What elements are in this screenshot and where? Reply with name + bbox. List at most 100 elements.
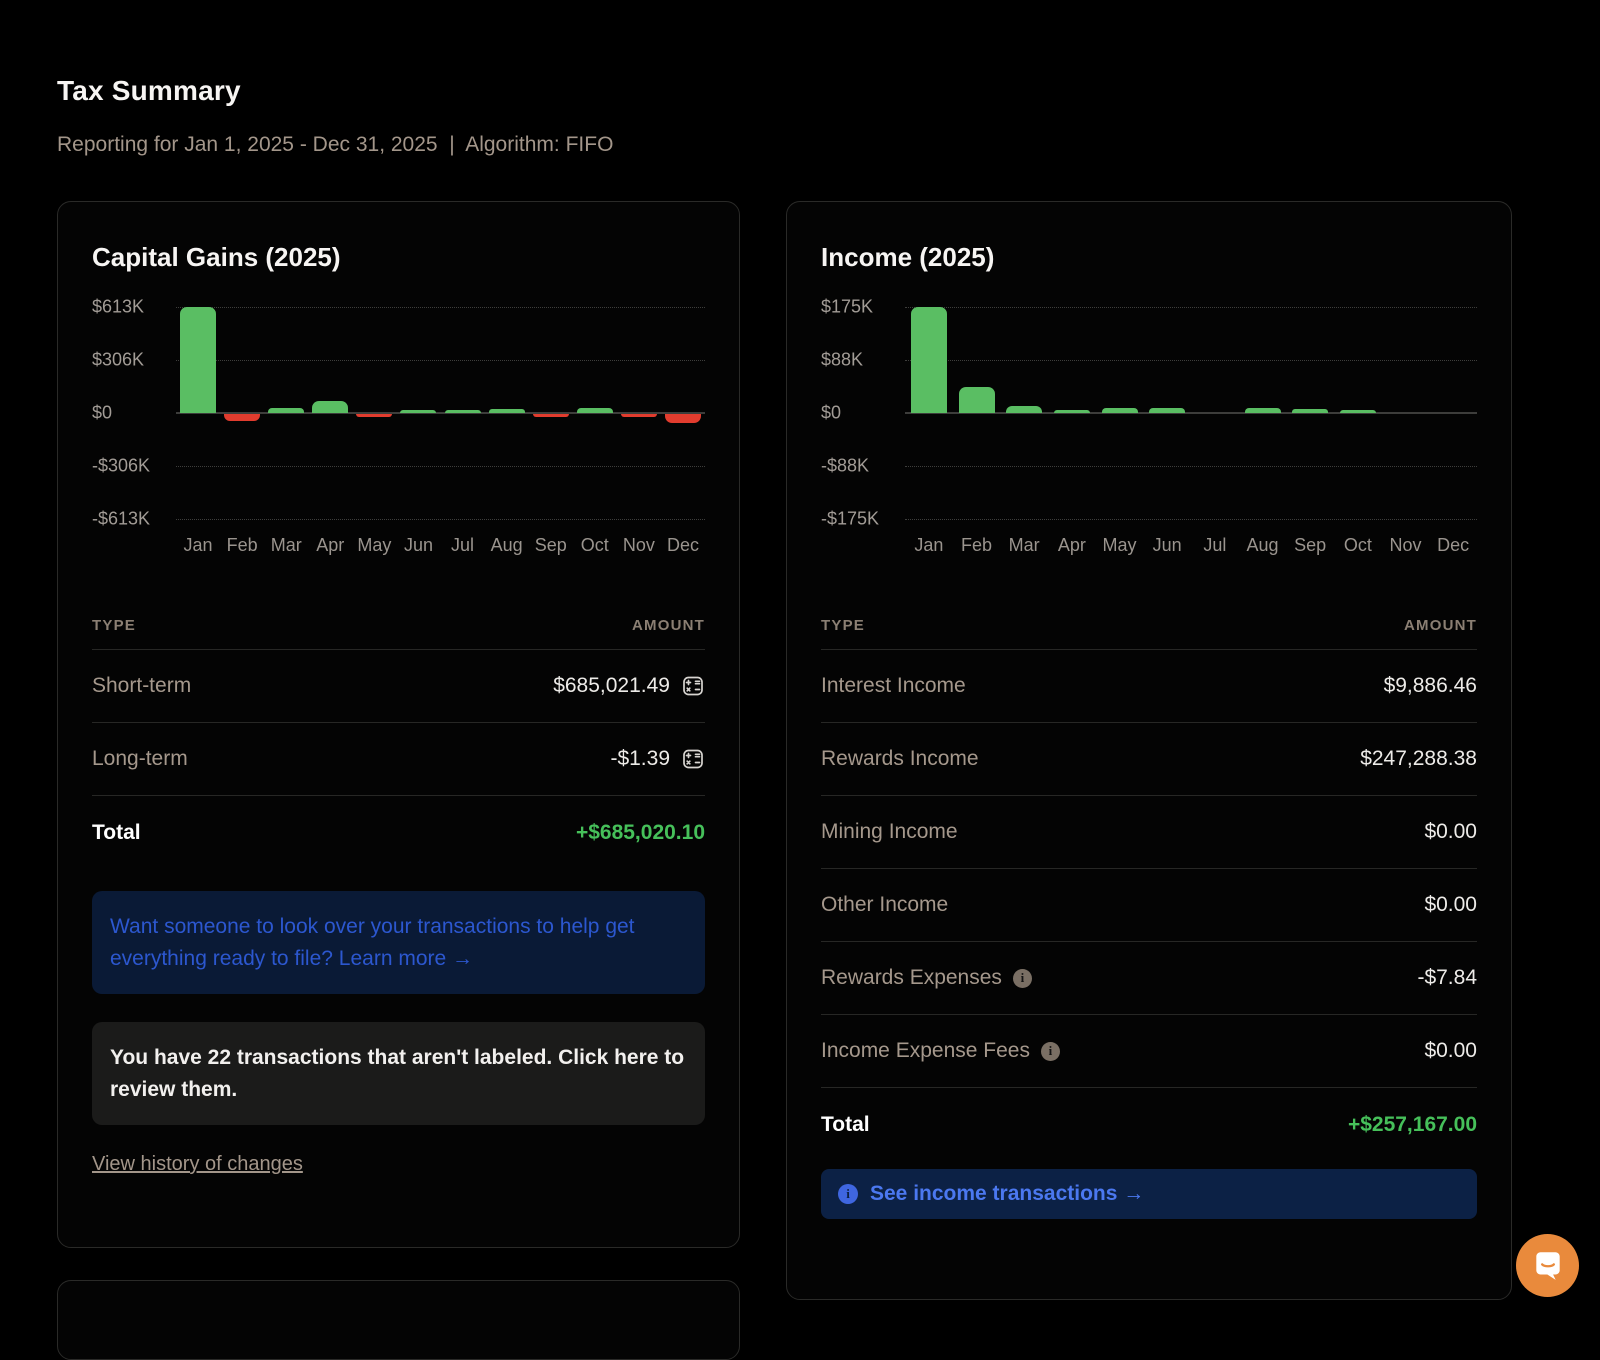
capital-gains-card: Capital Gains (2025) $613K$306K$0-$306K-… — [57, 201, 740, 1248]
col-amount: AMOUNT — [632, 617, 705, 634]
info-icon[interactable]: i — [1013, 969, 1032, 988]
bar-may[interactable] — [356, 414, 392, 417]
x-axis-tick: Mar — [271, 535, 302, 556]
bar-apr[interactable] — [1054, 410, 1090, 413]
review-offer-banner[interactable]: Want someone to look over your transacti… — [92, 891, 705, 994]
bar-mar[interactable] — [268, 408, 304, 413]
y-axis-tick: -$306K — [92, 456, 150, 477]
x-axis-tick: Jun — [404, 535, 433, 556]
table-row: Rewards Income $247,288.38 — [821, 723, 1477, 796]
total-row: Total +$257,167.00 — [821, 1088, 1477, 1161]
gridline — [176, 307, 705, 308]
x-axis-tick: Aug — [1246, 535, 1278, 556]
chat-support-button[interactable] — [1516, 1234, 1579, 1297]
row-value: $9,886.46 — [1384, 674, 1477, 698]
bar-sep[interactable] — [533, 414, 569, 417]
bar-nov[interactable] — [621, 414, 657, 417]
table-row: Income Expense Fees i $0.00 — [821, 1015, 1477, 1088]
x-axis-tick: May — [357, 535, 391, 556]
capital-gains-plot: JanFebMarAprMayJunJulAugSepOctNovDec — [176, 307, 705, 561]
income-title: Income (2025) — [821, 242, 1477, 273]
bar-may[interactable] — [1102, 408, 1138, 413]
x-axis-tick: Aug — [491, 535, 523, 556]
income-table: TYPE AMOUNT Interest Income $9,886.46 Re… — [821, 617, 1477, 1161]
table-row: Rewards Expenses i -$7.84 — [821, 942, 1477, 1015]
bar-oct[interactable] — [577, 408, 613, 413]
gridline — [905, 466, 1477, 467]
bar-feb[interactable] — [959, 387, 995, 413]
bar-aug[interactable] — [1245, 408, 1281, 413]
capital-gains-table: TYPE AMOUNT Short-term $685,021.49 — [92, 617, 705, 869]
income-plot: JanFebMarAprMayJunJulAugSepOctNovDec — [905, 307, 1477, 561]
chat-bubble-icon — [1532, 1249, 1564, 1283]
row-label: Rewards Expenses — [821, 966, 1002, 990]
x-axis-tick: Jan — [184, 535, 213, 556]
y-axis-tick: $88K — [821, 350, 863, 371]
row-value: $685,021.49 — [553, 674, 670, 698]
bar-apr[interactable] — [312, 401, 348, 413]
row-label: Rewards Income — [821, 747, 979, 771]
x-axis-tick: Feb — [227, 535, 258, 556]
row-value: $247,288.38 — [1360, 747, 1477, 771]
row-label: Income Expense Fees — [821, 1039, 1030, 1063]
total-value: +$257,167.00 — [1348, 1113, 1477, 1137]
y-axis-labels: $613K$306K$0-$306K-$613K — [92, 307, 176, 519]
x-axis-tick: May — [1102, 535, 1136, 556]
x-axis-tick: Sep — [535, 535, 567, 556]
col-type: TYPE — [92, 617, 136, 634]
total-row: Total +$685,020.10 — [92, 796, 705, 869]
info-icon[interactable]: i — [1041, 1042, 1060, 1061]
row-label: Interest Income — [821, 674, 966, 698]
row-value: $0.00 — [1424, 820, 1477, 844]
bar-jun[interactable] — [1149, 408, 1185, 413]
bar-dec[interactable] — [665, 414, 701, 423]
x-axis-tick: Feb — [961, 535, 992, 556]
bar-jan[interactable] — [911, 307, 947, 413]
y-axis-tick: -$613K — [92, 509, 150, 530]
calculator-icon[interactable] — [681, 674, 705, 698]
x-axis-tick: Oct — [581, 535, 609, 556]
table-header: TYPE AMOUNT — [92, 617, 705, 650]
col-amount: AMOUNT — [1404, 617, 1477, 634]
bar-jul[interactable] — [445, 410, 481, 413]
row-label: Other Income — [821, 893, 948, 917]
gridline — [176, 519, 705, 520]
info-icon: i — [838, 1184, 858, 1204]
table-row: Short-term $685,021.49 — [92, 650, 705, 723]
gridline — [905, 307, 1477, 308]
y-axis-tick: -$175K — [821, 509, 879, 530]
total-value: +$685,020.10 — [576, 821, 705, 845]
next-card-partial — [57, 1280, 740, 1360]
x-axis-tick: Nov — [623, 535, 655, 556]
bar-aug[interactable] — [489, 409, 525, 413]
col-type: TYPE — [821, 617, 865, 634]
x-axis-tick: Dec — [667, 535, 699, 556]
unlabeled-transactions-notice[interactable]: You have 22 transactions that aren't lab… — [92, 1022, 705, 1125]
x-axis-tick: Jan — [914, 535, 943, 556]
x-axis-tick: Sep — [1294, 535, 1326, 556]
calculator-icon[interactable] — [681, 747, 705, 771]
view-history-link[interactable]: View history of changes — [92, 1153, 303, 1176]
bar-oct[interactable] — [1340, 410, 1376, 413]
total-label: Total — [92, 821, 141, 845]
bar-jun[interactable] — [400, 410, 436, 413]
see-income-transactions-button[interactable]: i See income transactions → — [821, 1169, 1477, 1219]
row-label: Mining Income — [821, 820, 958, 844]
bar-jan[interactable] — [180, 307, 216, 413]
bar-sep[interactable] — [1292, 409, 1328, 413]
learn-more-link[interactable]: Learn more → — [339, 947, 473, 970]
gridline — [176, 360, 705, 361]
page-title: Tax Summary — [57, 75, 1600, 107]
y-axis-tick: $0 — [92, 403, 112, 424]
bar-feb[interactable] — [224, 414, 260, 421]
bar-mar[interactable] — [1006, 406, 1042, 413]
button-label: See income transactions → — [870, 1182, 1144, 1206]
row-label: Long-term — [92, 747, 188, 771]
x-axis-tick: Jul — [1203, 535, 1226, 556]
page-subtitle: Reporting for Jan 1, 2025 - Dec 31, 2025… — [57, 133, 1600, 157]
y-axis-labels: $175K$88K$0-$88K-$175K — [821, 307, 905, 519]
table-row: Interest Income $9,886.46 — [821, 650, 1477, 723]
gridline — [176, 466, 705, 467]
capital-gains-chart: $613K$306K$0-$306K-$613K JanFebMarAprMay… — [92, 307, 705, 561]
x-axis-tick: Apr — [316, 535, 344, 556]
